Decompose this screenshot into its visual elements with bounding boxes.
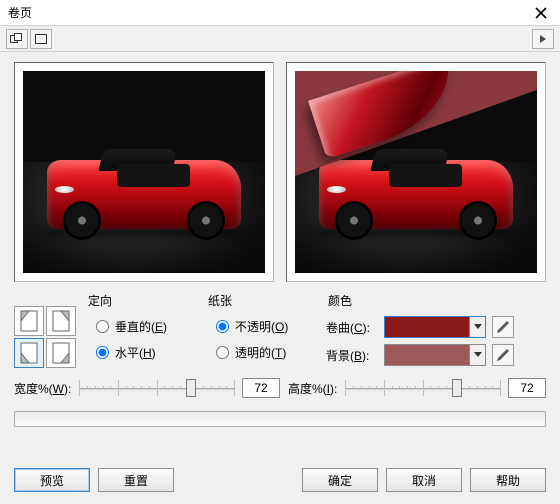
- bg-color-label: 背景(B):: [326, 347, 378, 364]
- vertical-label: 垂直的(E): [115, 318, 167, 335]
- cancel-button[interactable]: 取消: [386, 468, 462, 492]
- transparent-radio[interactable]: [216, 346, 229, 359]
- page-curl-effect: [295, 71, 537, 176]
- play-icon: [538, 34, 548, 44]
- bg-eyedropper[interactable]: [492, 344, 514, 366]
- reset-button[interactable]: 重置: [98, 468, 174, 492]
- curl-color-label: 卷曲(C):: [326, 319, 378, 336]
- title-bar: 卷页: [0, 0, 560, 26]
- horizontal-label: 水平(H): [115, 344, 156, 361]
- paper-group: 纸张 不透明(O) 透明的(T): [206, 292, 316, 369]
- horizontal-radio[interactable]: [96, 346, 109, 359]
- width-slider[interactable]: [79, 377, 234, 399]
- orientation-group: 定向 垂直的(E) 水平(H): [86, 292, 196, 369]
- original-preview[interactable]: [14, 62, 274, 282]
- curl-color-dropdown[interactable]: [469, 317, 485, 337]
- slider-row: 宽度%(W): 高度%(I):: [0, 369, 560, 405]
- play-button[interactable]: [532, 29, 554, 49]
- eyedropper-icon: [496, 320, 510, 334]
- curl-color-picker[interactable]: [384, 316, 486, 338]
- width-slider-label: 宽度%(W):: [14, 380, 71, 397]
- opaque-radio[interactable]: [216, 320, 229, 333]
- corner-top-right[interactable]: [46, 306, 76, 336]
- height-value-input[interactable]: [508, 378, 546, 398]
- original-image: [23, 71, 265, 273]
- eyedropper-icon: [496, 348, 510, 362]
- opaque-label: 不透明(O): [235, 318, 288, 335]
- preview-button[interactable]: 预览: [14, 468, 90, 492]
- result-preview[interactable]: [286, 62, 546, 282]
- bg-color-swatch: [385, 345, 469, 365]
- height-slider[interactable]: [345, 377, 500, 399]
- bg-color-dropdown[interactable]: [469, 345, 485, 365]
- close-icon: [535, 7, 547, 19]
- height-slider-label: 高度%(I):: [288, 380, 337, 397]
- vertical-radio[interactable]: [96, 320, 109, 333]
- single-preview-icon: [34, 33, 48, 45]
- footer: 预览 重置 确定 取消 帮助: [0, 458, 560, 504]
- ok-button[interactable]: 确定: [302, 468, 378, 492]
- curl-color-swatch: [385, 317, 469, 337]
- progress-bar: [14, 411, 546, 427]
- transparent-label: 透明的(T): [235, 344, 286, 361]
- dual-preview-button[interactable]: [6, 29, 28, 49]
- chevron-down-icon: [474, 352, 482, 358]
- color-group: 颜色 卷曲(C): 背景(B):: [326, 292, 546, 369]
- result-image: [295, 71, 537, 273]
- corner-bottom-left[interactable]: [14, 338, 44, 368]
- color-group-label: 颜色: [326, 292, 546, 309]
- toolbar: [0, 26, 560, 52]
- corner-selector: [14, 292, 76, 369]
- bg-color-picker[interactable]: [384, 344, 486, 366]
- single-preview-button[interactable]: [30, 29, 52, 49]
- preview-area: [0, 52, 560, 288]
- corner-top-left[interactable]: [14, 306, 44, 336]
- orientation-label: 定向: [86, 292, 196, 309]
- controls-row: 定向 垂直的(E) 水平(H) 纸张 不透明(O) 透明的(T) 颜色 卷曲(C…: [0, 288, 560, 369]
- width-value-input[interactable]: [242, 378, 280, 398]
- dual-preview-icon: [10, 33, 24, 45]
- corner-bottom-right[interactable]: [46, 338, 76, 368]
- chevron-down-icon: [474, 324, 482, 330]
- height-slider-thumb[interactable]: [452, 379, 462, 397]
- close-button[interactable]: [528, 2, 554, 24]
- curl-eyedropper[interactable]: [492, 316, 514, 338]
- help-button[interactable]: 帮助: [470, 468, 546, 492]
- page-curl-dialog: 卷页: [0, 0, 560, 504]
- width-slider-thumb[interactable]: [186, 379, 196, 397]
- window-title: 卷页: [8, 4, 32, 21]
- paper-label: 纸张: [206, 292, 316, 309]
